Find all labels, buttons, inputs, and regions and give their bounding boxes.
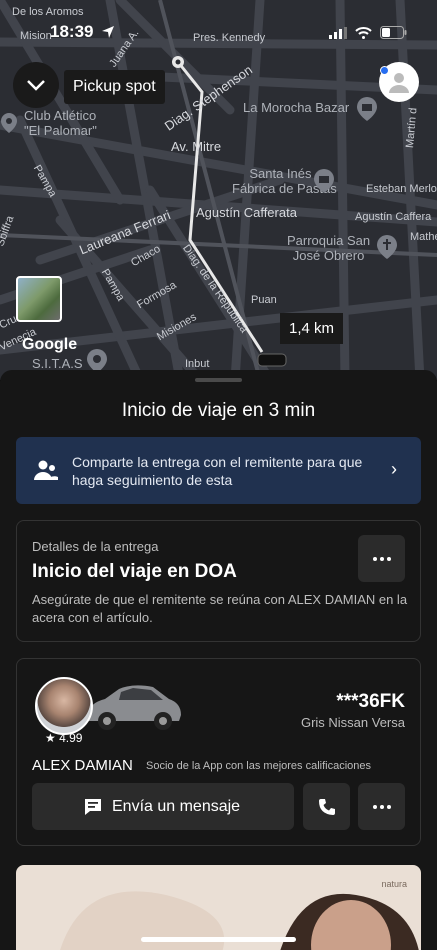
map-view[interactable]: De los Aromos Mision Pres. Kennedy Juana… — [0, 0, 437, 380]
distance-label: 1,4 km — [280, 313, 344, 344]
send-message-label: Envía un mensaje — [112, 797, 241, 815]
driver-card: ★ 4.99 ***36FK Gris Nissan Versa ALEX DA… — [16, 658, 421, 846]
driver-badge: Socio de la App con las mejores califica… — [146, 760, 372, 772]
street-label: Inbut — [185, 358, 210, 370]
poi-club: Club Atlético "El Palomar" — [24, 108, 97, 138]
details-more-button[interactable] — [358, 535, 405, 582]
send-message-button[interactable]: Envía un mensaje — [32, 783, 294, 830]
driver-name: ALEX DAMIAN — [32, 757, 133, 774]
google-logo: Google — [22, 336, 78, 353]
car-model: Gris Nissan Versa — [300, 715, 405, 730]
phone-icon — [318, 798, 335, 815]
message-icon — [85, 799, 101, 815]
shop-icon — [314, 169, 334, 193]
people-icon — [34, 460, 58, 480]
car-image — [87, 685, 181, 730]
notification-dot — [380, 66, 389, 75]
brand-logo: natura — [381, 879, 407, 889]
location-arrow-icon — [102, 26, 114, 38]
delivery-details-card: Detalles de la entrega Inicio del viaje … — [16, 520, 421, 642]
street-label: Agustín Caffera — [355, 211, 432, 223]
share-banner-text: Comparte la entrega con el remitente par… — [72, 454, 363, 488]
street-label: Agustín Cafferata — [196, 205, 297, 220]
map-pin-icon — [1, 113, 17, 133]
driver-rating: ★ 4.99 — [45, 731, 83, 745]
street-label: Av. Mitre — [171, 139, 222, 154]
pickup-spot-tooltip: Pickup spot — [64, 70, 165, 104]
battery-icon — [380, 26, 407, 39]
signal-icon — [329, 26, 347, 39]
license-plate: ***36FK — [336, 691, 405, 712]
more-horizontal-icon — [372, 804, 391, 809]
driver-more-button[interactable] — [358, 783, 405, 830]
collapse-button[interactable] — [13, 62, 59, 108]
drag-handle[interactable] — [195, 378, 242, 382]
shop-icon — [357, 97, 377, 121]
street-label: Mathe — [410, 231, 437, 243]
call-button[interactable] — [303, 783, 350, 830]
street-label: Esteban Merlo — [366, 183, 437, 195]
street-label: De los Aromos — [12, 6, 84, 18]
home-indicator[interactable] — [141, 937, 296, 942]
street-label: Puan — [251, 294, 277, 306]
chevron-right-icon: › — [391, 459, 397, 479]
more-horizontal-icon — [372, 556, 391, 561]
poi-parroquia: Parroquia San José Obrero — [287, 233, 371, 263]
poi-sitas: S.I.T.A.S — [32, 356, 83, 371]
person-icon — [389, 73, 409, 93]
driver-avatar[interactable] — [35, 677, 93, 735]
trip-bottom-sheet[interactable]: Inicio de viaje en 3 min Comparte la ent… — [0, 370, 437, 950]
church-icon — [377, 235, 397, 259]
chevron-down-icon — [27, 80, 45, 91]
details-label: Detalles de la entrega — [32, 539, 159, 554]
street-view-thumbnail[interactable] — [16, 276, 62, 322]
clock: 18:39 — [50, 22, 94, 41]
poi-la-morocha: La Morocha Bazar — [243, 100, 350, 115]
wifi-icon — [355, 26, 372, 39]
status-bar: 18:39 — [0, 22, 437, 46]
trip-status-title: Inicio de viaje en 3 min — [121, 400, 316, 421]
share-delivery-banner[interactable]: Comparte la entrega con el remitente par… — [16, 437, 421, 504]
details-title: Inicio del viaje en DOA — [32, 561, 237, 582]
details-description: Asegúrate de que el remitente se reúna c… — [32, 592, 408, 625]
